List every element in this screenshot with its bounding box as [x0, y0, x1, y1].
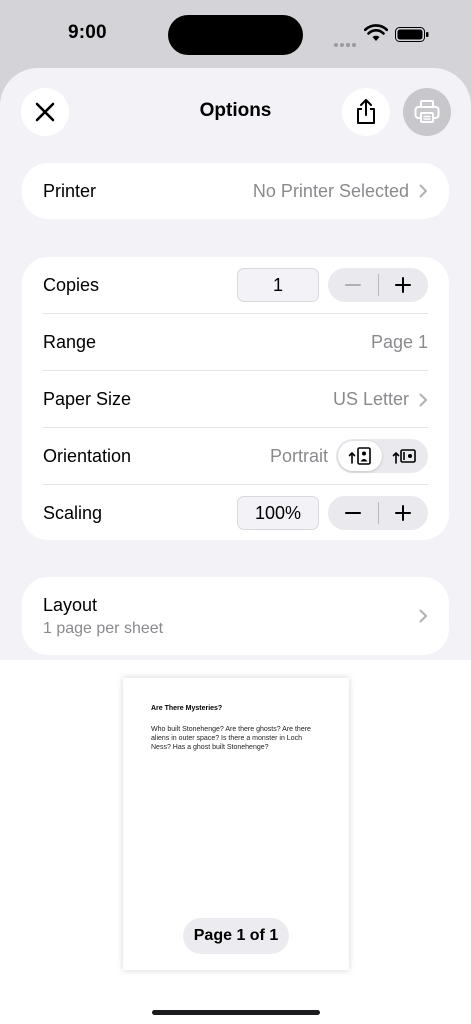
scaling-decrement-button[interactable]: [328, 496, 378, 530]
print-preview-area: Are There Mysteries? Who built Stoneheng…: [0, 660, 471, 1024]
range-label: Range: [43, 332, 97, 352]
range-value: Page 1: [370, 332, 428, 352]
copies-stepper: [328, 268, 428, 302]
paper-size-row[interactable]: Paper Size US Letter: [22, 371, 449, 428]
printer-label: Printer: [43, 180, 97, 201]
paper-size-value: US Letter: [332, 389, 409, 409]
orientation-row: Orientation Portrait: [22, 428, 449, 485]
printer-value: No Printer Selected: [252, 180, 409, 201]
orientation-segmented-control: [336, 439, 428, 473]
scaling-field[interactable]: 100%: [237, 496, 319, 530]
share-button[interactable]: [342, 88, 390, 136]
cellular-signal-icon: [334, 34, 358, 47]
status-time: 9:00: [68, 22, 107, 43]
home-indicator[interactable]: [152, 1010, 320, 1015]
chevron-right-icon: [419, 609, 427, 623]
printer-icon: [414, 100, 440, 123]
range-row[interactable]: Range Page 1: [22, 314, 449, 371]
minus-icon: [344, 512, 361, 514]
printer-row[interactable]: Printer No Printer Selected: [22, 163, 449, 219]
status-bar: 9:00: [0, 0, 471, 68]
portrait-orientation-icon: [348, 447, 371, 465]
battery-icon: [395, 27, 429, 42]
scaling-row: Scaling 100%: [22, 485, 449, 542]
orientation-label: Orientation: [43, 446, 132, 466]
print-settings-card: Copies 1 Range Page 1 Paper Size US Lett…: [22, 257, 449, 540]
copies-row: Copies 1: [22, 257, 449, 314]
preview-document-title: Are There Mysteries?: [151, 705, 223, 712]
print-options-sheet: Options Printer No Printer Selected Copi…: [0, 68, 471, 1024]
scaling-increment-button[interactable]: [378, 496, 428, 530]
copies-decrement-button[interactable]: [328, 268, 378, 302]
copies-field[interactable]: 1: [237, 268, 319, 302]
wifi-icon: [364, 24, 388, 41]
landscape-orientation-icon: [392, 449, 416, 464]
scaling-label: Scaling: [43, 503, 103, 523]
layout-card[interactable]: Layout 1 page per sheet: [22, 577, 449, 655]
scaling-stepper: [328, 496, 428, 530]
copies-increment-button[interactable]: [378, 268, 428, 302]
share-icon: [357, 99, 375, 124]
portrait-option[interactable]: [338, 441, 382, 471]
layout-value: 1 page per sheet: [43, 620, 164, 637]
minus-icon: [344, 284, 361, 286]
chevron-right-icon: [419, 393, 427, 406]
preview-document-body: Who built Stonehenge? Are there ghosts? …: [151, 726, 311, 751]
page-indicator: Page 1 of 1: [183, 918, 289, 954]
plus-icon: [395, 277, 412, 293]
dynamic-island: [168, 15, 303, 55]
landscape-option[interactable]: [382, 441, 426, 471]
plus-icon: [395, 505, 412, 521]
copies-label: Copies: [43, 275, 100, 295]
printer-card: Printer No Printer Selected: [22, 163, 449, 219]
layout-label: Layout: [43, 595, 98, 615]
paper-size-label: Paper Size: [43, 389, 132, 409]
chevron-right-icon: [419, 184, 427, 198]
print-button[interactable]: [403, 88, 451, 136]
sheet-title: Options: [199, 100, 272, 121]
orientation-value: Portrait: [269, 446, 328, 466]
